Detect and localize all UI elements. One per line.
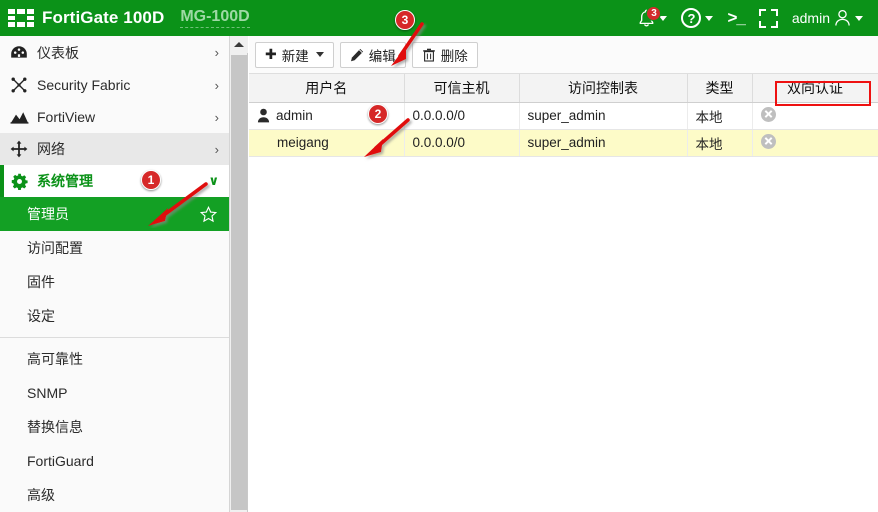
username-text: meigang [277,135,329,150]
fortigate-admin-page: FortiGate 100D MG-100D 3 ? >_ admin 仪表板 … [0,0,878,512]
sidebar-subitem-label: 替换信息 [27,419,83,435]
annotation-marker-3: 3 [395,10,415,30]
administrators-table: 用户名 可信主机 访问控制表 类型 双向认证 admin 0.0.0.0/0 s… [249,74,878,157]
username-text: admin [276,108,313,123]
sidebar-subitem-firmware[interactable]: 固件 [0,265,229,299]
cli-console-icon: >_ [727,8,745,27]
sidebar-subitem-replacement-messages[interactable]: 替换信息 [0,410,229,444]
chevron-right-icon: › [214,45,219,60]
fullscreen-icon [758,8,778,28]
user-menu-label: admin [791,10,830,26]
sidebar-subitem-snmp[interactable]: SNMP [0,376,229,410]
column-header-two-factor[interactable]: 双向认证 [752,74,878,103]
header-actions: 3 ? >_ admin [631,0,878,36]
disabled-icon [760,106,776,122]
sidebar-item-network[interactable]: 网络 › [0,133,229,165]
person-icon [834,9,851,27]
dashboard-icon [8,44,30,62]
sidebar-divider [0,337,229,338]
notifications-button[interactable]: 3 [631,0,674,36]
plus-icon: ✚ [265,46,277,62]
fullscreen-button[interactable] [752,0,785,36]
disabled-icon [760,133,776,149]
sidebar-subitem-advanced[interactable]: 高级 [0,478,229,512]
gear-icon [8,172,30,190]
column-header-trusted-host[interactable]: 可信主机 [404,74,520,103]
sidebar-subitem-label: 高级 [27,487,55,503]
cell-access-profile: super_admin [519,129,688,157]
sidebar-item-fortiview[interactable]: FortiView › [0,101,229,133]
table-header-row: 用户名 可信主机 访问控制表 类型 双向认证 [249,74,878,103]
sidebar-item-dashboard[interactable]: 仪表板 › [0,36,229,69]
table-row[interactable]: meigang 0.0.0.0/0 super_admin 本地 [249,129,878,157]
chevron-right-icon: › [214,141,219,157]
annotation-marker-1: 1 [141,170,161,190]
notification-count-badge: 3 [646,5,662,21]
security-fabric-icon [8,76,30,94]
chevron-down-icon [855,15,863,21]
column-header-username[interactable]: 用户名 [249,74,405,103]
main-content: ✚ 新建 编辑 删除 用户名 可信主机 访问控制表 类型 双向认证 admin … [249,36,878,512]
help-circle-icon: ? [681,8,702,28]
table-row[interactable]: admin 0.0.0.0/0 super_admin 本地 [249,102,878,130]
sidebar-item-label: FortiView [37,109,96,125]
fortinet-logo-icon [8,9,34,27]
chevron-down-icon [315,52,324,57]
scrollbar-thumb[interactable] [231,55,247,510]
sidebar-nav: 仪表板 › Security Fabric › FortiView › 网络 ›… [0,36,230,512]
hostname-label[interactable]: MG-100D [180,8,250,28]
chevron-down-icon [659,15,668,21]
sidebar-item-label: Security Fabric [37,77,131,93]
sidebar-subitem-ha[interactable]: 高可靠性 [0,342,229,376]
network-icon [8,140,30,158]
sidebar-item-label: 仪表板 [37,44,79,61]
cell-two-factor [752,129,878,157]
chevron-right-icon: › [214,77,219,93]
cli-console-button[interactable]: >_ [720,0,751,36]
cell-two-factor [752,102,878,130]
sidebar-item-label: 网络 [37,141,65,157]
sidebar-subitem-label: 高可靠性 [27,351,83,367]
sidebar-subitem-fortiguard[interactable]: FortiGuard [0,444,229,478]
sidebar-subitem-label: FortiGuard [27,453,94,469]
annotation-arrow-2 [364,118,410,157]
sidebar-item-security-fabric[interactable]: Security Fabric › [0,69,229,101]
user-icon [257,108,270,123]
sidebar-subitem-label: 固件 [27,274,55,290]
bell-icon: 3 [638,5,662,28]
cell-type: 本地 [687,102,753,130]
sidebar-subitem-label: SNMP [27,385,68,401]
fortiview-icon [8,108,30,126]
create-new-label: 新建 [281,48,309,64]
product-title: FortiGate 100D [42,8,165,27]
pencil-icon [350,48,364,62]
scroll-up-arrow-icon[interactable] [230,36,248,53]
sidebar-subitem-settings[interactable]: 设定 [0,299,229,333]
cell-type: 本地 [687,129,753,157]
sidebar-subitem-access-profile[interactable]: 访问配置 [0,231,229,265]
sidebar-subitem-label: 设定 [27,308,55,324]
sidebar-subitem-label: 访问配置 [27,240,83,256]
sidebar-scrollbar[interactable] [230,36,248,512]
table-toolbar: ✚ 新建 编辑 删除 [249,36,878,74]
column-header-type[interactable]: 类型 [687,74,753,103]
cell-access-profile: super_admin [519,102,688,130]
help-button[interactable]: ? [674,0,720,36]
chevron-right-icon: › [214,109,219,125]
chevron-down-icon [705,15,714,21]
column-header-access-profile[interactable]: 访问控制表 [519,74,688,103]
annotation-marker-2: 2 [368,104,388,124]
user-menu-button[interactable]: admin [785,0,870,36]
create-new-button[interactable]: ✚ 新建 [255,41,334,68]
